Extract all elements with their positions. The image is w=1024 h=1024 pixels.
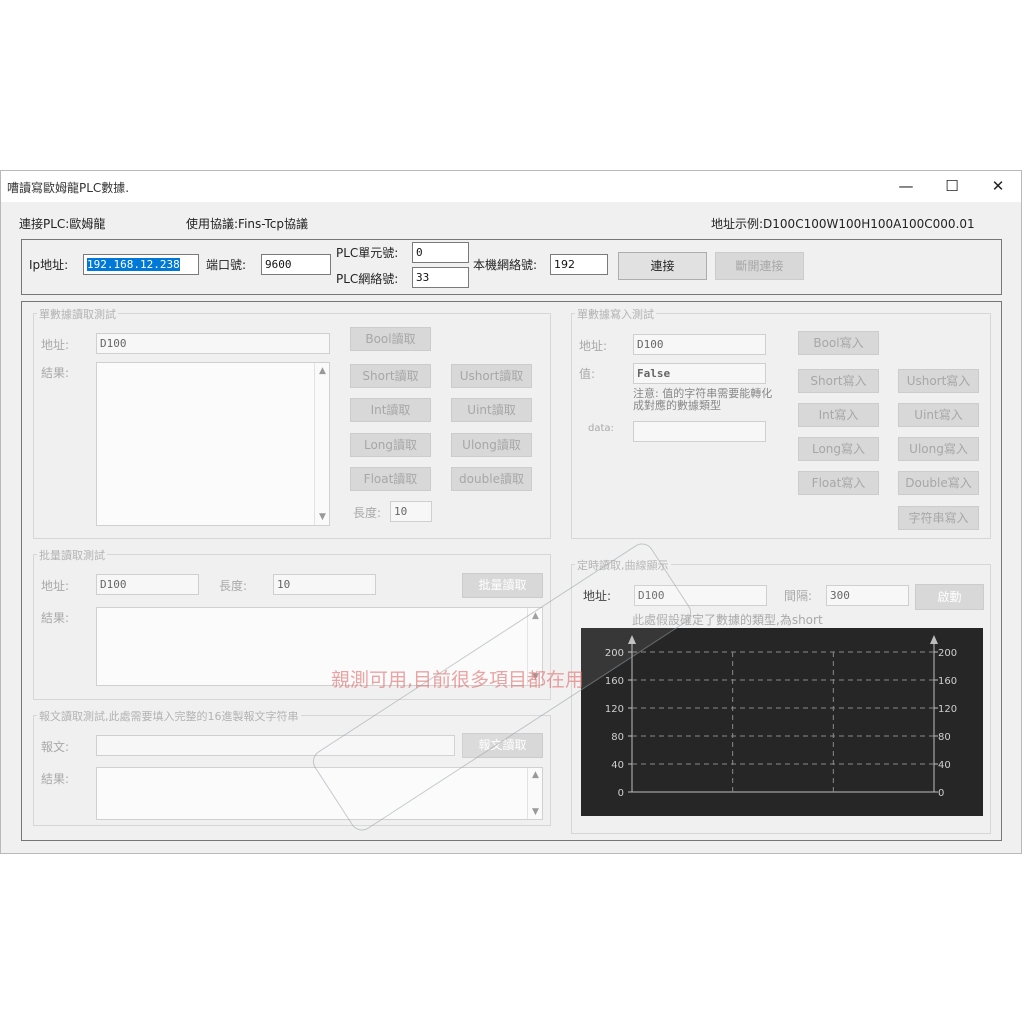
ushort-write-button[interactable]: Ushort寫入 (898, 369, 979, 393)
message-read-title: 報文讀取測試,此處需要填入完整的16進製報文字符串 (37, 708, 301, 724)
y-tick-label-left: 80 (611, 732, 624, 743)
ushort-read-button[interactable]: Ushort讀取 (451, 364, 532, 388)
minimize-button[interactable]: — (883, 171, 929, 202)
scroll-down-icon[interactable]: ▼ (528, 807, 543, 817)
port-input[interactable]: 9600 (261, 254, 331, 275)
long-write-button[interactable]: Long寫入 (798, 437, 879, 461)
ip-label: Ip地址: (29, 258, 69, 272)
title-bar: 嘈讀寫歐姆龍PLC數據. — ☐ ✕ (1, 171, 1021, 202)
connect-button[interactable]: 連接 (618, 252, 707, 280)
single-read-title: 單數據讀取測試 (37, 306, 118, 322)
ulong-read-button[interactable]: Ulong讀取 (451, 433, 532, 457)
y-tick-label-left: 40 (611, 760, 624, 771)
disconnect-button[interactable]: 斷開連接 (715, 252, 804, 280)
message-scrollbar[interactable]: ▲ ▼ (527, 768, 542, 819)
protocol-label: 使用協議:Fins-Tcp協議 (186, 217, 308, 231)
y-tick-label-right: 200 (938, 648, 957, 659)
single-read-result-area[interactable]: ▲ ▼ (96, 362, 330, 526)
ip-value: 192.168.12.238 (87, 258, 180, 271)
message-label: 報文: (41, 740, 70, 754)
scroll-up-icon[interactable]: ▲ (528, 770, 543, 780)
address-example: 地址示例:D100C100W100H100A100C000.01 (711, 217, 975, 231)
single-write-note: 注意: 值的字符串需要能轉化成對應的數據類型 (633, 387, 773, 412)
y-tick-label-right: 0 (938, 788, 944, 799)
double-write-button[interactable]: Double寫入 (898, 471, 979, 495)
int-read-button[interactable]: Int讀取 (350, 398, 431, 422)
scroll-up-icon[interactable]: ▲ (315, 366, 330, 376)
batch-read-address-input[interactable]: D100 (96, 574, 199, 595)
uint-write-button[interactable]: Uint寫入 (898, 403, 979, 427)
y-tick-label-right: 160 (938, 676, 957, 687)
message-result-label: 結果: (41, 772, 70, 786)
single-read-scrollbar[interactable]: ▲ ▼ (314, 363, 329, 525)
y-tick-label-left: 120 (605, 704, 624, 715)
batch-read-length-input[interactable]: 10 (273, 574, 376, 595)
single-read-address-input[interactable]: D100 (96, 333, 330, 354)
batch-read-button[interactable]: 批量讀取 (462, 573, 543, 598)
float-read-button[interactable]: Float讀取 (350, 467, 431, 491)
batch-read-result-label: 結果: (41, 611, 70, 625)
y-tick-label-left: 160 (605, 676, 624, 687)
bool-write-button[interactable]: Bool寫入 (798, 331, 879, 355)
batch-read-address-label: 地址: (41, 579, 70, 593)
data-label: data: (588, 423, 614, 434)
chart-background (581, 628, 983, 816)
int-write-button[interactable]: Int寫入 (798, 403, 879, 427)
string-write-button[interactable]: 字符串寫入 (898, 506, 979, 530)
ip-input[interactable]: 192.168.12.238 (83, 254, 199, 275)
double-read-button[interactable]: double讀取 (451, 467, 532, 491)
ulong-write-button[interactable]: Ulong寫入 (898, 437, 979, 461)
bool-read-button[interactable]: Bool讀取 (350, 327, 431, 351)
single-read-length-label: 長度: (353, 506, 382, 520)
y-tick-label-right: 120 (938, 704, 957, 715)
plc-net-input[interactable]: 33 (412, 267, 469, 288)
port-label: 端口號: (206, 258, 247, 272)
start-button[interactable]: 啟動 (915, 584, 984, 610)
batch-read-title: 批量讀取測試 (37, 547, 107, 563)
plc-label: 連接PLC:歐姆龍 (19, 217, 106, 231)
plc-unit-label: PLC單元號: (336, 246, 399, 260)
single-read-address-label: 地址: (41, 338, 70, 352)
short-write-button[interactable]: Short寫入 (798, 369, 879, 393)
y-tick-label-right: 40 (938, 760, 951, 771)
plc-net-label: PLC網絡號: (336, 272, 399, 286)
watermark-text: 親測可用,目前很多項目都在用 (331, 669, 585, 691)
data-input[interactable] (633, 421, 766, 442)
local-net-label: 本機網絡號: (473, 258, 538, 272)
y-tick-label-right: 80 (938, 732, 951, 743)
y-tick-label-left: 0 (618, 788, 624, 799)
curve-chart: 0 040 4080 80120 120160 160200 200 (581, 628, 983, 816)
scroll-down-icon[interactable]: ▼ (315, 512, 330, 522)
single-write-value-input[interactable]: False (633, 363, 766, 384)
interval-input[interactable]: 300 (826, 585, 909, 606)
long-read-button[interactable]: Long讀取 (350, 433, 431, 457)
single-write-title: 單數據寫入測試 (575, 306, 656, 322)
single-read-result-label: 結果: (41, 366, 70, 380)
plc-unit-input[interactable]: 0 (412, 242, 469, 263)
local-net-input[interactable]: 192 (550, 254, 608, 275)
single-write-address-label: 地址: (579, 339, 608, 353)
main-window: 嘈讀寫歐姆龍PLC數據. — ☐ ✕ 連接PLC:歐姆龍 使用協議:Fins-T… (0, 170, 1022, 854)
batch-read-length-label: 長度: (219, 579, 248, 593)
single-read-length-input[interactable]: 10 (390, 501, 432, 522)
maximize-button[interactable]: ☐ (929, 171, 975, 202)
single-write-address-input[interactable]: D100 (633, 334, 766, 355)
uint-read-button[interactable]: Uint讀取 (451, 398, 532, 422)
float-write-button[interactable]: Float寫入 (798, 471, 879, 495)
close-button[interactable]: ✕ (975, 171, 1021, 202)
interval-label: 間隔: (784, 589, 813, 603)
window-title: 嘈讀寫歐姆龍PLC數據. (7, 181, 130, 195)
single-write-value-label: 值: (579, 367, 596, 381)
short-read-button[interactable]: Short讀取 (350, 364, 431, 388)
